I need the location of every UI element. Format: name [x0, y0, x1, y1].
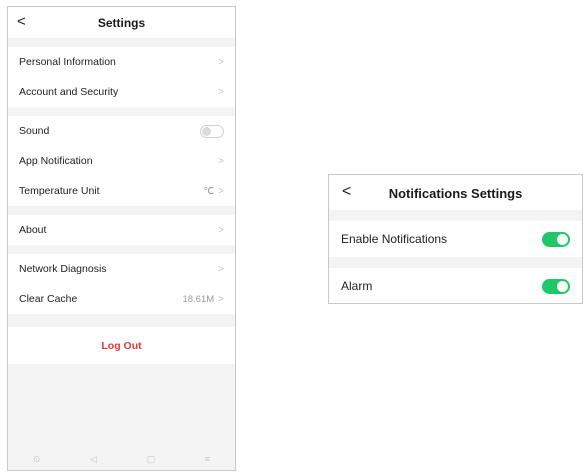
- chevron-right-icon: >: [218, 155, 224, 167]
- cache-size-value: 18.61M: [182, 293, 215, 305]
- alarm-row: Alarm: [329, 268, 582, 303]
- page-title: Settings: [97, 16, 146, 30]
- temperature-unit-label: Temperature Unit: [19, 185, 100, 197]
- settings-screen: < Settings Personal Information > Accoun…: [7, 6, 236, 471]
- home-icon[interactable]: ⊙: [33, 454, 41, 465]
- notifications-title: Notifications Settings: [388, 186, 523, 201]
- app-notification-row[interactable]: App Notification >: [8, 146, 235, 176]
- settings-header: < Settings: [8, 7, 235, 38]
- temperature-unit-value: ℃: [203, 185, 215, 197]
- alarm-toggle[interactable]: [542, 278, 570, 294]
- chevron-right-icon: >: [218, 185, 224, 197]
- network-diagnosis-label: Network Diagnosis: [19, 263, 107, 275]
- sound-row: Sound: [8, 116, 235, 146]
- sound-toggle[interactable]: [200, 124, 224, 138]
- notifications-header: < Notifications Settings: [329, 175, 582, 210]
- account-security-label: Account and Security: [19, 86, 119, 98]
- sound-label: Sound: [19, 125, 50, 137]
- chevron-right-icon: >: [218, 224, 224, 236]
- notifications-settings-screen: < Notifications Settings Enable Notifica…: [328, 174, 583, 304]
- logout-button[interactable]: Log Out: [8, 327, 235, 364]
- about-row[interactable]: About >: [8, 215, 235, 245]
- enable-notifications-label: Enable Notifications: [341, 232, 448, 246]
- network-diagnosis-row[interactable]: Network Diagnosis >: [8, 254, 235, 284]
- menu-icon[interactable]: ≡: [205, 454, 210, 464]
- nav-back-icon[interactable]: ◁: [90, 454, 97, 465]
- chevron-right-icon: >: [218, 86, 224, 98]
- recents-icon[interactable]: ▢: [147, 454, 156, 465]
- system-nav-bar: ⊙ ◁ ▢ ≡: [8, 448, 235, 470]
- clear-cache-row[interactable]: Clear Cache 18.61M >: [8, 284, 235, 314]
- toggle-knob: [557, 280, 568, 292]
- account-security-row[interactable]: Account and Security >: [8, 77, 235, 107]
- personal-information-label: Personal Information: [19, 56, 116, 68]
- enable-notifications-row: Enable Notifications: [329, 221, 582, 257]
- chevron-right-icon: >: [218, 56, 224, 68]
- clear-cache-label: Clear Cache: [19, 293, 78, 305]
- chevron-right-icon: >: [218, 263, 224, 275]
- enable-notifications-toggle[interactable]: [542, 231, 570, 247]
- toggle-knob: [202, 126, 211, 136]
- chevron-right-icon: >: [218, 293, 224, 305]
- toggle-knob: [557, 233, 568, 245]
- about-label: About: [19, 224, 47, 236]
- temperature-unit-row[interactable]: Temperature Unit ℃ >: [8, 176, 235, 206]
- app-notification-label: App Notification: [19, 155, 93, 167]
- personal-information-row[interactable]: Personal Information >: [8, 47, 235, 77]
- alarm-label: Alarm: [341, 279, 373, 293]
